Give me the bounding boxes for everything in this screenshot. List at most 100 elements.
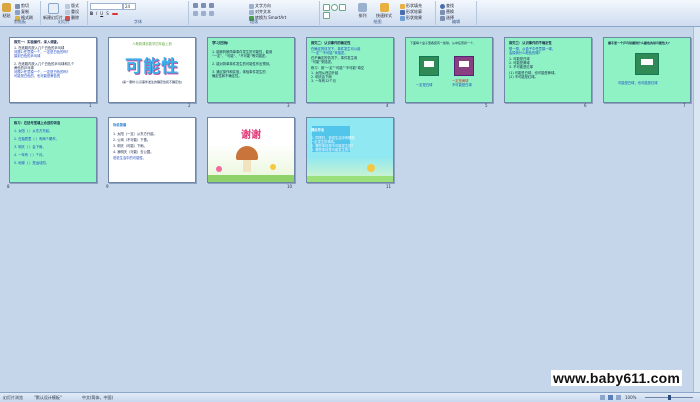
slide-sorter[interactable]: 探究一：实验操作，深入调查。 1. 在纸箱内放入几个白色的乒乓球 问题1:任意摸…: [0, 27, 700, 392]
slide-thumbnail-9[interactable]: 你说我填 1. 太阳（一定）从东方升起。 2. 公鸡（不可能）下蛋。 3. 明天…: [108, 117, 196, 183]
slide-thumbnail-5[interactable]: 下面每个盒子里各装有一些球，从中任意摸一个， 一定是白球 一定是黄球 不可能是白…: [405, 37, 493, 103]
strikethrough-icon[interactable]: S: [106, 11, 109, 16]
slide-number: 3: [287, 103, 290, 108]
slide-title: 课后作业: [311, 128, 325, 132]
reset-icon: [65, 9, 70, 15]
shapes-gallery[interactable]: [323, 4, 353, 19]
slide-text: 2. 在抽屉里（ ）有两个硬币。: [14, 137, 59, 141]
slide-subtitle: 人教新课标数学四年级上册: [132, 42, 172, 46]
slide-number: 11: [386, 184, 392, 189]
slide-text: 5. 地球（ ）是运动的。: [14, 161, 49, 165]
quick-styles-button[interactable]: 快速样式: [376, 3, 392, 19]
underline-icon[interactable]: U: [100, 11, 103, 16]
text-direction-icon: [249, 3, 254, 9]
bullets-icon[interactable]: [193, 3, 198, 8]
fill-icon: [400, 3, 405, 9]
italic-icon[interactable]: I: [96, 11, 97, 16]
align-buttons: [193, 11, 214, 16]
slide-thumbnail-4[interactable]: 探究二：认识事件的确定性 在确定的情况下，事件发生可以用 “一定”“不可能”来描…: [306, 37, 394, 103]
bold-icon[interactable]: B: [90, 11, 93, 16]
zoom-slider-thumb[interactable]: [668, 395, 671, 400]
slides-group: 新建幻灯片 版式 重设 删除 幻灯片: [41, 1, 88, 25]
align-center-icon[interactable]: [201, 11, 206, 16]
layout-icon: [65, 3, 70, 9]
indent-icon[interactable]: [209, 3, 214, 8]
ribbon: 粘贴 剪切 复制 格式刷 剪贴板 新建幻灯片 版式 重设 删除 幻灯片 24 B…: [0, 0, 700, 27]
grass: [307, 176, 393, 182]
slide-big-title: 可能性: [125, 57, 179, 77]
slide-thumbnail-3[interactable]: 学习目标 1. 能够判断简单事件发生的可能性，能用 “一定”、“可能”、“不可能…: [207, 37, 295, 103]
slide-title: 学习目标: [212, 41, 228, 45]
slide-number: 2: [188, 103, 191, 108]
slide-number: 5: [485, 103, 488, 108]
slide-text: “一定”“不可能”来描述。: [311, 51, 348, 55]
align-text-icon: [249, 9, 254, 15]
paste-icon: [2, 3, 11, 12]
align-left-icon[interactable]: [193, 11, 198, 16]
slide-thumbnail-7[interactable]: 摸手里一个乒乓球摸到什么颜色的球可能性大? 可能是白球，也可能是红球: [603, 37, 691, 103]
flower-icon: [216, 166, 222, 172]
oval-shape-icon: [331, 4, 338, 11]
slide-text: 可能是白色的，也可能是黄色的: [14, 74, 61, 78]
box-label: 不可能是白球: [452, 83, 472, 87]
slide-title: 你说我填: [113, 123, 127, 127]
slide-title: 谢谢: [241, 130, 261, 141]
arrange-icon: [358, 3, 367, 12]
slide-text: 3. 明天（ ）会下雨。: [14, 145, 46, 149]
slide-sorter-view-icon[interactable]: [608, 395, 613, 400]
slide-title: 探究一：实验操作，深入调查。: [14, 40, 61, 44]
font-label: 字体: [134, 19, 142, 24]
slide-title: 练习：在括号里填上合适的词语: [14, 121, 61, 125]
mushroom-stem-icon: [243, 160, 251, 172]
font-group: 24 B I U S 字体: [88, 1, 189, 25]
slide-thumbnail-2[interactable]: 人教新课标数学四年级上册 可能性 (第一课时:认识事件发生的确定性和不确定性): [108, 37, 196, 103]
paste-button[interactable]: 粘贴: [2, 3, 11, 19]
numbering-icon[interactable]: [201, 3, 206, 8]
slide-text: (2) 不可能是红球。: [509, 75, 538, 79]
drawing-group: 排列 快速样式 形状填充 形状轮廓 形状效果 绘图: [320, 1, 436, 25]
slide-thumbnail-8[interactable]: 练习：在括号里填上合适的词语 1. 太阳（ ）从东方升起。 2. 在抽屉里（ ）…: [9, 117, 97, 183]
binoculars-icon: [440, 3, 445, 9]
align-right-icon[interactable]: [209, 11, 214, 16]
slide-thumbnail-10[interactable]: 谢谢: [207, 117, 295, 183]
slideshow-view-icon[interactable]: [616, 395, 621, 400]
line-shape-icon: [339, 4, 346, 11]
list-buttons: [193, 3, 214, 8]
slide-thumbnail-11[interactable]: 课后作业 1. 同学们，说说生活中有哪些 一定发生的事情。 2. 哪些事情是不可…: [306, 117, 394, 183]
slide-text: 1. 太阳（一定）从东方升起。: [113, 132, 157, 136]
slide-text: “一定”、“可能”、“不可能”等词描述。: [212, 54, 269, 58]
slide-text: 3. 不可能是红球: [509, 65, 533, 69]
normal-view-icon[interactable]: [600, 395, 605, 400]
slide-text: 3. 哪些事情是可能发生的?: [311, 148, 350, 152]
box-icon: [635, 53, 659, 75]
grass: [208, 175, 294, 182]
clipboard-group: 粘贴 剪切 复制 格式刷 剪贴板: [0, 1, 41, 25]
clipboard-label: 剪贴板: [14, 19, 26, 24]
slide-title: 探究二：认识事件的确定性: [311, 41, 351, 45]
vertical-scrollbar[interactable]: [693, 27, 700, 392]
arrange-button[interactable]: 排列: [358, 3, 367, 19]
rectangle-shape-icon: [323, 4, 330, 11]
slide-text: 3. 一年有12个月: [311, 79, 336, 83]
slide-thumbnail-6[interactable]: 探究三：认识事件的不确定性 想一想，从盒子中任意摸一球， 会摸到什么颜色的球? …: [504, 37, 592, 103]
slide-text: 2. 公鸡（不可能）下蛋。: [113, 138, 151, 142]
copy-icon: [15, 9, 20, 15]
slide-text: 1. 太阳（ ）从东方升起。: [14, 129, 53, 133]
slide-title: 下面每个盒子里各装有一些球，从中任意摸一个，: [410, 41, 477, 45]
editing-label: 编辑: [452, 19, 460, 24]
outline-icon: [400, 9, 405, 15]
slide-text: 2. 能对简单事件发生的可能性作出预测。: [212, 62, 273, 66]
slide-text: “可能”来描述。: [311, 60, 335, 64]
box-icon: [454, 56, 474, 76]
editing-group: 查找 替换 选择 编辑: [436, 1, 477, 25]
quick-styles-icon: [379, 3, 389, 12]
drawing-label: 绘图: [373, 19, 382, 24]
font-size-combo[interactable]: 24: [123, 3, 136, 10]
slide-thumbnail-1[interactable]: 探究一：实验操作，深入调查。 1. 在纸箱内放入几个白色的乒乓球 问题1:任意摸…: [9, 37, 97, 103]
slide-number: 1: [89, 103, 92, 108]
font-color-icon[interactable]: [111, 12, 118, 15]
font-name-combo[interactable]: [90, 3, 123, 10]
slide-text: 会摸到什么颜色的球?: [509, 51, 541, 55]
slide-caption: (第一课时:认识事件发生的确定性和不确定性): [121, 80, 183, 84]
slide-number: 6: [584, 103, 587, 108]
